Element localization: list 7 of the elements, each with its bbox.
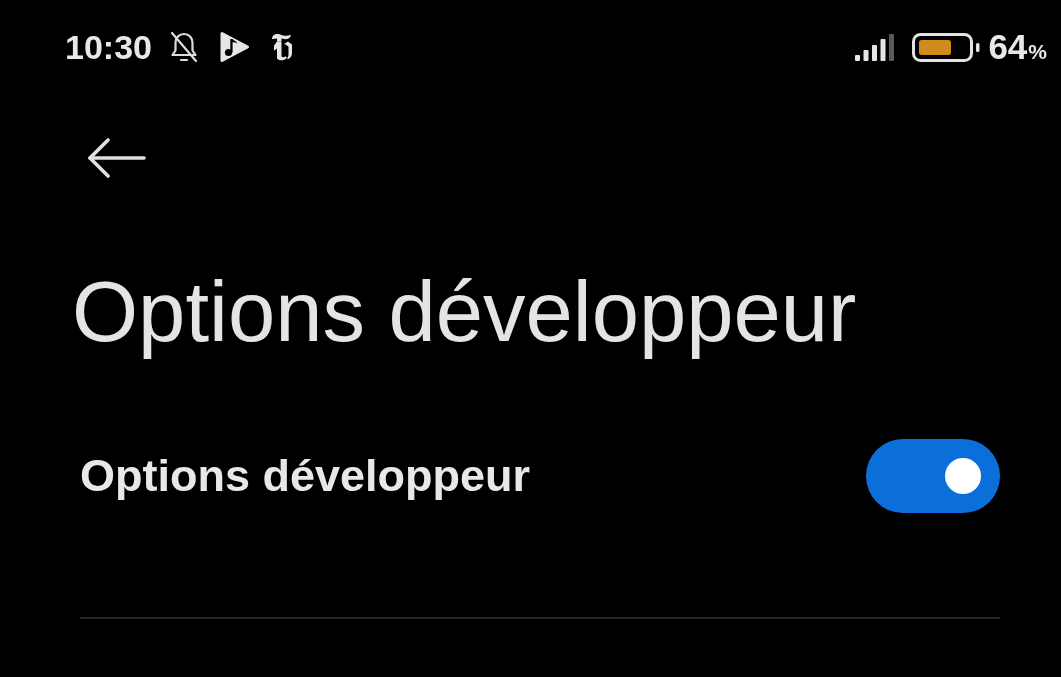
- setting-label: Options développeur: [80, 450, 531, 502]
- page-title: Options développeur: [71, 263, 858, 361]
- battery-icon: [912, 32, 981, 62]
- battery-percentage: 64%: [988, 27, 1047, 67]
- play-music-icon: [217, 30, 250, 64]
- status-time: 10:30: [65, 27, 152, 67]
- signal-strength-icon: [855, 33, 896, 61]
